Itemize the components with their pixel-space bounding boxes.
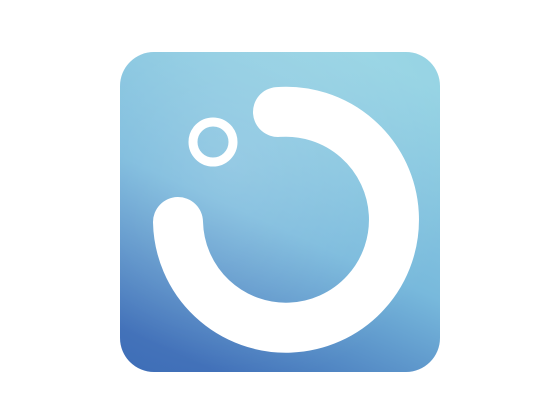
app-icon xyxy=(120,52,440,372)
canvas xyxy=(0,0,560,420)
